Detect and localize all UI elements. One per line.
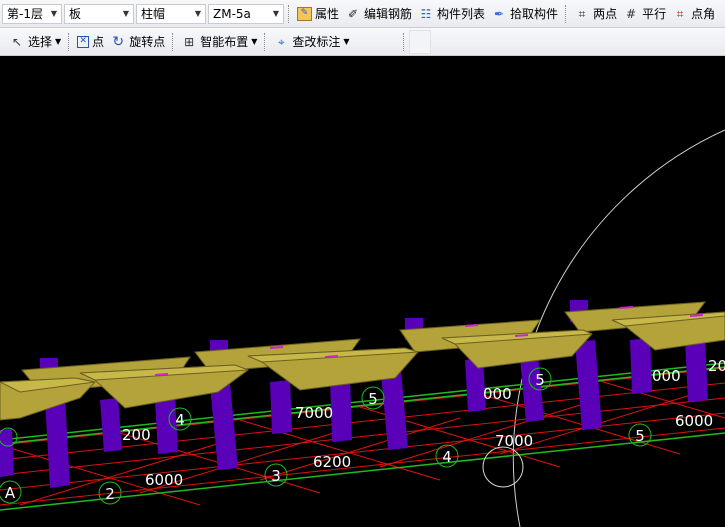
two-points-axis-icon: ⌗: [578, 6, 586, 21]
dimension-label: 7000: [495, 432, 533, 450]
point-angle-button[interactable]: ⌗ 点角: [669, 3, 718, 25]
point-icon: ✕: [77, 35, 90, 48]
column: [100, 398, 122, 452]
toolbar-separator: [264, 32, 266, 51]
axis-label: A: [5, 484, 16, 502]
dimension-label: 7000: [295, 404, 333, 422]
rotate-point-label: 旋转点: [129, 35, 166, 49]
column: [630, 338, 652, 394]
column: [520, 356, 544, 422]
toolbar-empty-slot: [408, 29, 431, 54]
main-toolbar: 第-1层 ▼ 板 ▼ 柱帽 ▼ ZM-5a ▼ ✎ 属性 ✐ 编辑钢筋 ☷ 构件…: [0, 0, 725, 28]
edit-rebar-label: 编辑钢筋: [364, 7, 413, 21]
toolbar-separator: [172, 32, 174, 51]
toolbar-separator: [68, 32, 70, 51]
category-select[interactable]: 板 ▼: [64, 3, 134, 24]
cap-marker: [269, 346, 284, 349]
point-angle-label: 点角: [691, 7, 716, 21]
component-type-select[interactable]: 柱帽 ▼: [136, 3, 206, 24]
chevron-down-icon: ▼: [272, 9, 279, 18]
floor-select[interactable]: 第-1层 ▼: [2, 3, 62, 24]
smart-layout-button[interactable]: ⊞ 智能布置 ▼: [178, 31, 260, 53]
3d-viewport[interactable]: 6000 6200 7000 6000 200 7000 000 000 20 …: [0, 56, 725, 527]
axis-label: 4: [442, 448, 452, 466]
edit-rebar-icon: ✐: [347, 6, 359, 21]
point-label: 点: [92, 35, 105, 49]
edit-rebar-button[interactable]: ✐ 编辑钢筋: [342, 3, 415, 25]
dimension-label: 20: [708, 357, 725, 375]
properties-label: 属性: [315, 7, 340, 21]
cap-marker: [154, 373, 169, 376]
check-annotation-button[interactable]: ⌖ 查改标注 ▼: [270, 31, 352, 53]
dimension-label: 000: [483, 385, 512, 403]
rotate-point-button[interactable]: ↻ 旋转点: [107, 31, 168, 53]
chevron-down-icon: ▼: [50, 9, 57, 18]
category-select-value: 板: [69, 7, 82, 21]
smart-layout-label: 智能布置: [200, 35, 249, 49]
pick-component-label: 拾取构件: [510, 7, 559, 21]
parallel-axis-icon: #: [626, 6, 637, 21]
eyedropper-icon: ✒: [494, 6, 505, 21]
chevron-down-icon: ▼: [343, 37, 350, 46]
point-button[interactable]: ✕ 点: [74, 31, 107, 53]
list-icon: ☷: [420, 6, 432, 21]
axis-label: 5: [635, 427, 645, 445]
point-angle-axis-icon: ⌗: [676, 6, 684, 21]
axis-label: 5: [535, 371, 545, 389]
viewport-canvas[interactable]: 6000 6200 7000 6000 200 7000 000 000 20 …: [0, 56, 725, 527]
axis-label: 5: [368, 390, 378, 408]
cap-marker: [464, 324, 479, 327]
select-label: 选择: [28, 35, 53, 49]
dimension-label: 6200: [313, 453, 351, 471]
cap-marker: [689, 314, 704, 317]
component-name-select[interactable]: ZM-5a ▼: [208, 3, 284, 24]
axis-labels: A 2 3 4 5 4 5 5: [5, 371, 645, 503]
axis-label: 2: [105, 485, 115, 503]
cap-marker: [619, 306, 634, 309]
floor-select-value: 第-1层: [7, 7, 43, 21]
cursor-icon: ↖: [11, 34, 23, 49]
column: [685, 338, 708, 402]
rotate-icon: ↻: [112, 33, 125, 50]
chevron-down-icon: ▼: [194, 9, 201, 18]
toolbar-separator: [565, 4, 567, 23]
column: [270, 380, 292, 434]
column: [210, 383, 238, 470]
pick-component-button[interactable]: ✒ 拾取构件: [488, 3, 561, 25]
properties-button[interactable]: ✎ 属性: [294, 3, 342, 25]
column: [575, 340, 602, 430]
component-type-select-value: 柱帽: [141, 7, 166, 21]
axis-label: 3: [271, 467, 281, 485]
dimension-label: 6000: [675, 412, 713, 430]
dimension-label: 6000: [145, 471, 183, 489]
toolbar-separator: [402, 32, 405, 51]
column: [0, 428, 14, 477]
component-list-button[interactable]: ☷ 构件列表: [415, 3, 488, 25]
parallel-button[interactable]: # 平行: [620, 3, 669, 25]
select-button[interactable]: ↖ 选择 ▼: [6, 31, 64, 53]
component-list-label: 构件列表: [437, 7, 486, 21]
column: [45, 398, 70, 488]
two-points-button[interactable]: ⌗ 两点: [571, 3, 620, 25]
smart-layout-icon: ⊞: [184, 34, 195, 49]
cap-marker: [324, 355, 339, 358]
axis-label: 4: [175, 411, 185, 429]
chevron-down-icon: ▼: [55, 37, 62, 46]
toolbar-separator: [288, 4, 290, 23]
cap-marker: [514, 334, 529, 337]
dimension-label: 000: [652, 367, 681, 385]
drawing-toolbar: ↖ 选择 ▼ ✕ 点 ↻ 旋转点 ⊞ 智能布置 ▼ ⌖ 查改标注 ▼: [0, 28, 725, 56]
parallel-label: 平行: [642, 7, 667, 21]
properties-icon: ✎: [297, 6, 312, 21]
dimension-label: 200: [122, 426, 151, 444]
annotation-icon: ⌖: [277, 34, 285, 49]
two-points-label: 两点: [593, 7, 618, 21]
chevron-down-icon: ▼: [122, 9, 129, 18]
chevron-down-icon: ▼: [251, 37, 258, 46]
component-name-select-value: ZM-5a: [213, 6, 251, 21]
check-annotation-label: 查改标注: [292, 35, 341, 49]
column: [330, 378, 352, 442]
